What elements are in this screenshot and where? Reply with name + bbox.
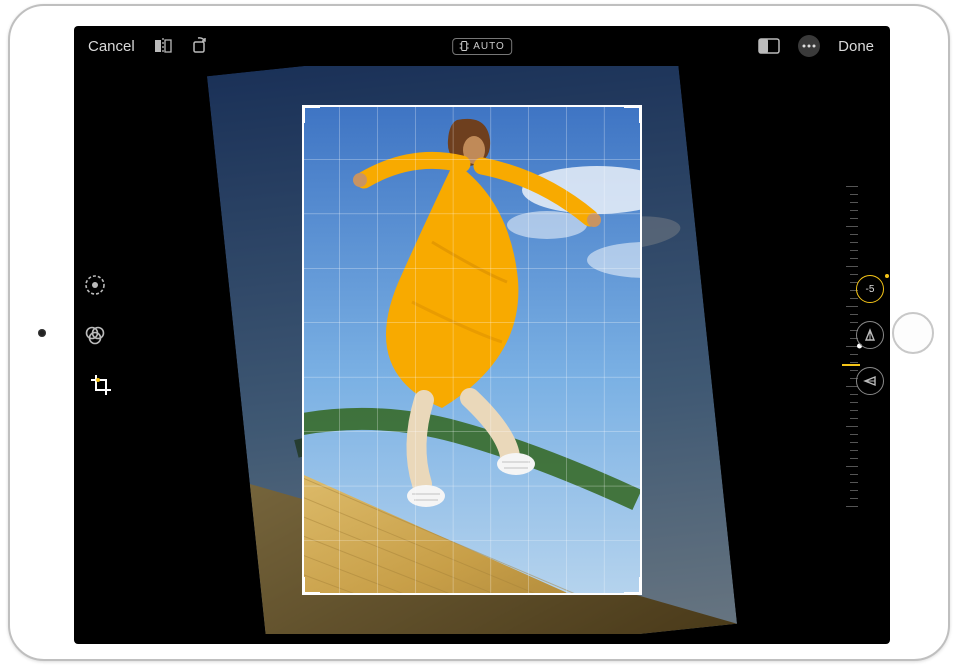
rotate-icon[interactable] (191, 37, 209, 55)
straighten-button[interactable]: -5 (856, 275, 884, 303)
home-button[interactable] (892, 312, 934, 354)
straighten-active-dot (885, 274, 889, 278)
cancel-button[interactable]: Cancel (88, 38, 135, 55)
aspect-ratio-icon[interactable] (758, 38, 780, 54)
photo-crop-region (302, 105, 642, 595)
edit-toolbar: Cancel AUTO Done (74, 26, 890, 66)
front-camera (38, 329, 46, 337)
done-button[interactable]: Done (838, 38, 874, 55)
crop-canvas[interactable] (124, 66, 820, 634)
vertical-perspective-button[interactable] (856, 321, 884, 349)
crop-tool[interactable] (80, 370, 110, 400)
more-button[interactable] (798, 35, 820, 57)
straighten-value: -5 (866, 284, 875, 295)
auto-enhance-button[interactable]: AUTO (452, 38, 512, 55)
crop-controls: -5 (856, 275, 884, 395)
ipad-frame: Cancel AUTO Done (8, 4, 950, 661)
active-tool-indicator (96, 378, 100, 382)
flip-icon[interactable] (153, 37, 173, 55)
edit-mode-rail (80, 270, 110, 400)
filters-tool[interactable] (80, 320, 110, 350)
photos-edit-screen: Cancel AUTO Done (74, 26, 890, 644)
adjust-tool[interactable] (80, 270, 110, 300)
auto-label: AUTO (473, 41, 505, 52)
horizontal-perspective-button[interactable] (856, 367, 884, 395)
